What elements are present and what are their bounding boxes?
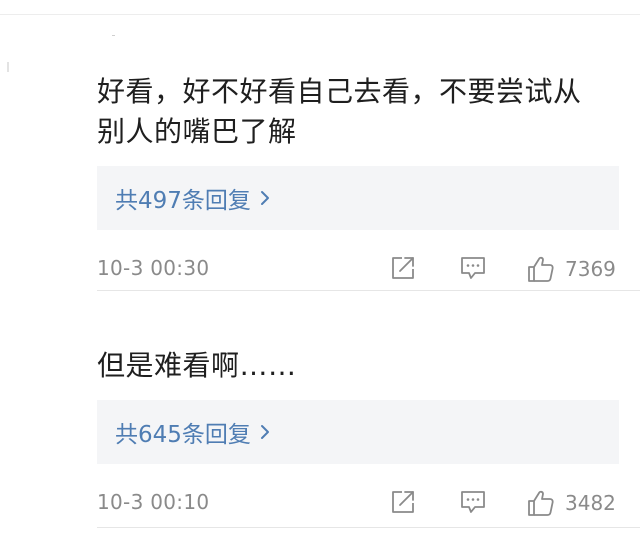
comment-text: 但是难看啊…… xyxy=(97,349,297,382)
thumbs-up-icon xyxy=(527,489,555,517)
chevron-right-icon xyxy=(259,423,271,441)
view-replies-button[interactable]: 共645条回复 xyxy=(97,400,619,464)
comment-item: 但是难看啊…… 共645条回复 10-3 00:10 3482 xyxy=(97,346,619,520)
like-button[interactable]: 3482 xyxy=(527,486,616,520)
replies-count-label: 共645条回复 xyxy=(115,422,251,448)
like-count: 7369 xyxy=(565,257,616,281)
previous-comment-remnant xyxy=(112,35,115,36)
like-button[interactable]: 7369 xyxy=(527,252,616,286)
comment-meta-row: 10-3 00:10 3482 xyxy=(97,486,619,520)
comment-meta-row: 10-3 00:30 7369 xyxy=(97,252,619,286)
comment-timestamp: 10-3 00:10 xyxy=(97,490,210,514)
reply-comment-icon[interactable] xyxy=(459,488,487,516)
comment-divider xyxy=(97,290,640,291)
top-divider xyxy=(0,14,640,15)
thumbs-up-icon xyxy=(527,255,555,283)
comment-divider xyxy=(97,527,640,528)
share-icon[interactable] xyxy=(389,488,417,516)
replies-count-label: 共497条回复 xyxy=(115,188,251,214)
share-icon[interactable] xyxy=(389,254,417,282)
comment-text: 好看，好不好看自己去看，不要尝试从别人的嘴巴了解 xyxy=(97,75,582,148)
scroll-edge-mark xyxy=(7,62,9,72)
chevron-right-icon xyxy=(259,189,271,207)
reply-comment-icon[interactable] xyxy=(459,254,487,282)
comment-item: 好看，好不好看自己去看，不要尝试从别人的嘴巴了解 共497条回复 10-3 00… xyxy=(97,72,619,286)
like-count: 3482 xyxy=(565,491,616,515)
view-replies-button[interactable]: 共497条回复 xyxy=(97,166,619,230)
comment-timestamp: 10-3 00:30 xyxy=(97,256,210,280)
